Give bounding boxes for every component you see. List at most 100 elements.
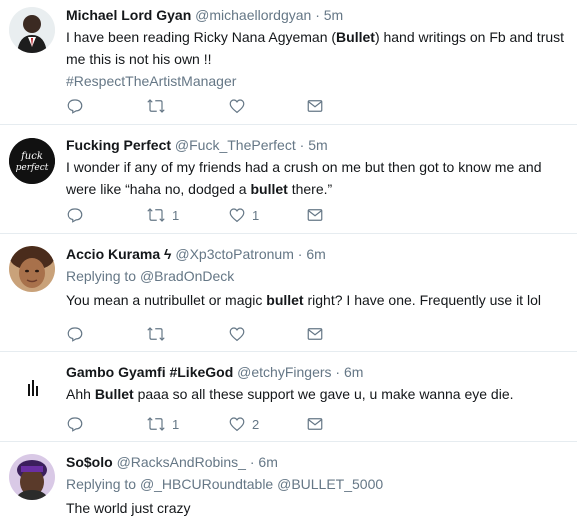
retweet-button[interactable]: 1 <box>146 414 179 434</box>
hashtag-link[interactable]: #RespectTheArtistManager <box>66 73 236 89</box>
tweet[interactable]: fuck perfect Fucking Perfect @Fuck_ThePe… <box>0 125 577 234</box>
tweet-actions: 1 2 <box>66 414 366 434</box>
display-name[interactable]: Michael Lord Gyan <box>66 7 191 23</box>
name-symbol: ϟ <box>164 246 172 262</box>
text-segment: The world just crazy <box>66 500 191 516</box>
user-handle[interactable]: @etchyFingers <box>237 364 331 380</box>
retweet-button[interactable] <box>146 324 172 344</box>
like-button[interactable]: 1 <box>228 205 259 225</box>
reply-icon <box>67 99 83 114</box>
tweet[interactable]: So$olo @RacksAndRobins_ · 6m Replying to… <box>0 442 577 525</box>
user-handle[interactable]: @RacksAndRobins_ <box>117 454 246 470</box>
text-segment: there.” <box>287 181 333 197</box>
mention-link[interactable]: @BradOnDeck <box>140 268 234 284</box>
separator-dot: · <box>315 7 320 23</box>
message-icon <box>307 100 323 112</box>
like-icon <box>229 417 245 432</box>
tweet[interactable]: Accio Kurama ϟ @Xp3ctoPatronum · 6m Repl… <box>0 234 577 352</box>
direct-message-button[interactable] <box>306 205 324 225</box>
text-segment: You mean a nutribullet or magic <box>66 292 267 308</box>
like-count: 2 <box>252 416 260 432</box>
text-segment: right? I have one. Frequently use it lol <box>303 292 541 308</box>
retweet-count: 1 <box>172 207 180 223</box>
avatar[interactable] <box>9 454 55 500</box>
tweet-text: You mean a nutribullet or magic bullet r… <box>66 289 567 311</box>
replying-to-label: Replying to <box>66 476 137 492</box>
retweet-button[interactable]: 1 <box>146 205 179 225</box>
text-segment: I have been reading Ricky Nana Agyeman ( <box>66 29 337 45</box>
timestamp[interactable]: 5m <box>324 7 343 23</box>
reply-button[interactable] <box>66 96 84 116</box>
replying-to: Replying to @BradOnDeck <box>66 265 567 287</box>
tweet-text: I wonder if any of my friends had a crus… <box>66 156 567 200</box>
display-name[interactable]: So$olo <box>66 454 113 470</box>
tweet-header: Michael Lord Gyan @michaellordgyan · 5m <box>66 6 567 24</box>
reply-button[interactable] <box>66 324 84 344</box>
like-button[interactable] <box>228 324 252 344</box>
like-count: 1 <box>252 207 260 223</box>
reply-icon <box>67 417 83 432</box>
replying-to-label: Replying to <box>66 268 137 284</box>
retweet-button[interactable] <box>146 96 172 116</box>
display-name[interactable]: Accio Kurama <box>66 246 160 262</box>
separator-dot: · <box>297 246 303 262</box>
timestamp[interactable]: 6m <box>344 364 363 380</box>
highlighted-keyword: Bullet <box>336 29 375 45</box>
reply-button[interactable] <box>66 414 84 434</box>
like-button[interactable]: 2 <box>228 414 259 434</box>
highlighted-keyword: bullet <box>250 181 288 197</box>
tweet[interactable]: Michael Lord Gyan @michaellordgyan · 5m … <box>0 0 577 125</box>
avatar-text: fuck <box>20 151 43 162</box>
direct-message-button[interactable] <box>306 96 324 116</box>
retweet-icon <box>147 417 165 431</box>
avatar[interactable] <box>9 364 55 410</box>
separator-dot: · <box>335 364 341 380</box>
message-icon <box>307 328 323 340</box>
avatar[interactable] <box>9 246 55 292</box>
tweet-text: Ahh Bullet paaa so all these support we … <box>66 383 567 405</box>
avatar[interactable] <box>9 7 55 53</box>
mention-link[interactable]: @_HBCURoundtable @BULLET_5000 <box>140 476 383 492</box>
tweet-text: The world just crazy <box>66 497 567 519</box>
like-button[interactable] <box>228 96 252 116</box>
highlighted-keyword: Bullet <box>94 386 134 402</box>
retweet-icon <box>147 99 165 113</box>
separator-dot: · <box>299 137 305 153</box>
tweet-header: Gambo Gyamfi #LikeGod @etchyFingers · 6m <box>66 363 567 381</box>
user-handle[interactable]: @michaellordgyan <box>195 7 311 23</box>
direct-message-button[interactable] <box>306 414 324 434</box>
avatar[interactable]: fuck perfect <box>9 138 55 184</box>
reply-button[interactable] <box>66 205 84 225</box>
avatar-text: perfect <box>16 163 49 173</box>
timestamp[interactable]: 6m <box>258 454 277 470</box>
like-icon <box>229 99 245 114</box>
reply-icon <box>67 327 83 342</box>
tweet-actions <box>66 324 366 344</box>
tweet-header: Accio Kurama ϟ @Xp3ctoPatronum · 6m <box>66 245 567 263</box>
like-icon <box>229 208 245 223</box>
replying-to: Replying to @_HBCURoundtable @BULLET_500… <box>66 473 567 495</box>
tweet-header: Fucking Perfect @Fuck_ThePerfect · 5m <box>66 136 567 154</box>
timestamp[interactable]: 6m <box>306 246 325 262</box>
user-handle[interactable]: @Fuck_ThePerfect <box>175 137 296 153</box>
retweet-icon <box>147 208 165 222</box>
like-icon <box>229 327 245 342</box>
display-name[interactable]: Fucking Perfect <box>66 137 171 153</box>
display-name[interactable]: Gambo Gyamfi #LikeGod <box>66 364 233 380</box>
tweet-text: I have been reading Ricky Nana Agyeman (… <box>66 26 567 92</box>
tweet[interactable]: Gambo Gyamfi #LikeGod @etchyFingers · 6m… <box>0 352 577 442</box>
timestamp[interactable]: 5m <box>308 137 327 153</box>
direct-message-button[interactable] <box>306 324 324 344</box>
retweet-count: 1 <box>172 416 180 432</box>
separator-dot: · <box>249 454 255 470</box>
tweet-actions <box>66 96 366 116</box>
retweet-icon <box>147 327 165 341</box>
message-icon <box>307 418 323 430</box>
reply-icon <box>67 208 83 223</box>
highlighted-keyword: bullet <box>266 292 304 308</box>
text-segment: Ahh <box>66 386 95 402</box>
tweet-actions: 1 1 <box>66 205 366 225</box>
text-segment: paaa so all these support we gave u, u m… <box>133 386 514 402</box>
user-handle[interactable]: @Xp3ctoPatronum <box>175 246 294 262</box>
message-icon <box>307 209 323 221</box>
